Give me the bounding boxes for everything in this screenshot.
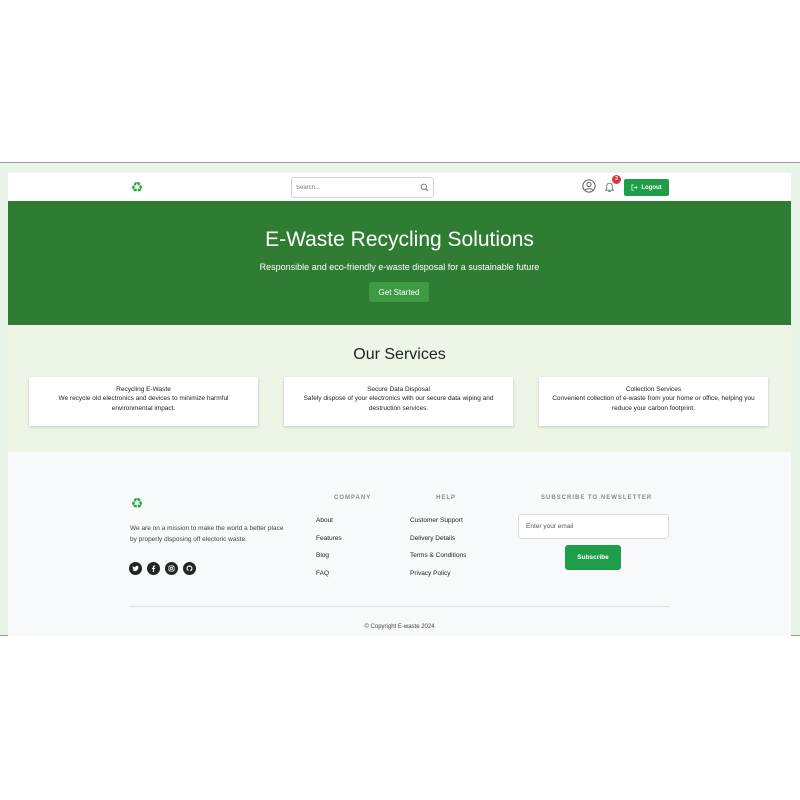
get-started-button[interactable]: Get Started — [369, 282, 429, 302]
logout-icon — [631, 184, 638, 191]
bell-icon[interactable] — [604, 182, 615, 193]
hero-subtitle: Responsible and eco-friendly e-waste dis… — [259, 262, 540, 272]
newsletter-title: SUBSCRIBE TO NEWSLETTER — [541, 495, 653, 501]
notifications[interactable]: 3 — [604, 175, 621, 193]
logout-button[interactable]: Logout — [624, 179, 669, 196]
twitter-icon[interactable] — [129, 562, 142, 575]
copyright-text: © Copyright E-waste 2024 — [364, 624, 435, 630]
logout-label: Logout — [641, 184, 662, 191]
recycle-icon[interactable]: ♻ — [129, 495, 145, 511]
hero-section: E-Waste Recycling Solutions Responsible … — [8, 201, 791, 325]
browser-viewport: ♻ 3 — [0, 162, 800, 636]
footer-link-features[interactable]: Features — [316, 534, 342, 552]
search-box — [291, 177, 434, 198]
footer-divider — [129, 606, 669, 607]
user-icon[interactable] — [582, 179, 596, 193]
service-card-description: Convenient collection of e-waste from yo… — [552, 395, 755, 412]
website: ♻ 3 — [8, 173, 791, 636]
service-card-data-disposal: Secure Data Disposal Safely dispose of y… — [284, 377, 513, 426]
service-card-collection: Collection Services Convenient collectio… — [539, 377, 768, 426]
hero-title: E-Waste Recycling Solutions — [265, 228, 534, 251]
search-icon[interactable] — [420, 183, 429, 192]
recycle-icon[interactable]: ♻ — [129, 179, 145, 195]
services-heading: Our Services — [353, 346, 446, 363]
notification-badge: 3 — [612, 175, 621, 184]
github-icon[interactable] — [183, 562, 196, 575]
footer-link-faq[interactable]: FAQ — [316, 569, 342, 587]
footer-link-blog[interactable]: Blog — [316, 551, 342, 569]
navbar: ♻ 3 — [8, 173, 791, 201]
subscribe-button[interactable]: Subscribe — [565, 545, 621, 570]
company-links: About Features Blog FAQ — [316, 516, 342, 587]
email-field[interactable] — [518, 514, 669, 539]
footer-link-privacy[interactable]: Privacy Policy — [410, 569, 466, 587]
facebook-icon[interactable] — [147, 562, 160, 575]
service-card-description: Safely dispose of your electronics with … — [303, 395, 494, 412]
footer-link-customer-support[interactable]: Customer Support — [410, 516, 466, 534]
service-card-title: Recycling E-Waste — [116, 386, 171, 393]
footer-about-text: We are on a mission to make the world a … — [130, 525, 284, 543]
footer-link-about[interactable]: About — [316, 516, 342, 534]
service-card-description: We recycle old electronics and devices t… — [58, 395, 229, 412]
service-card-title: Secure Data Disposal — [367, 386, 430, 393]
footer-link-terms[interactable]: Terms & Conditions — [410, 551, 466, 569]
service-card-title: Collection Services — [625, 386, 682, 393]
help-links: Customer Support Delivery Details Terms … — [410, 516, 466, 587]
instagram-icon[interactable] — [165, 562, 178, 575]
footer-link-delivery-details[interactable]: Delivery Details — [410, 534, 466, 552]
company-title: COMPANY — [334, 495, 372, 501]
services-section: Our Services Recycling E-Waste We recycl… — [8, 325, 791, 452]
help-title: HELP — [436, 495, 457, 501]
service-card-recycling: Recycling E-Waste We recycle old electro… — [29, 377, 258, 426]
social-links — [129, 562, 196, 575]
search-input[interactable] — [296, 181, 416, 195]
footer: ♻ We are on a mission to make the world … — [8, 452, 791, 636]
